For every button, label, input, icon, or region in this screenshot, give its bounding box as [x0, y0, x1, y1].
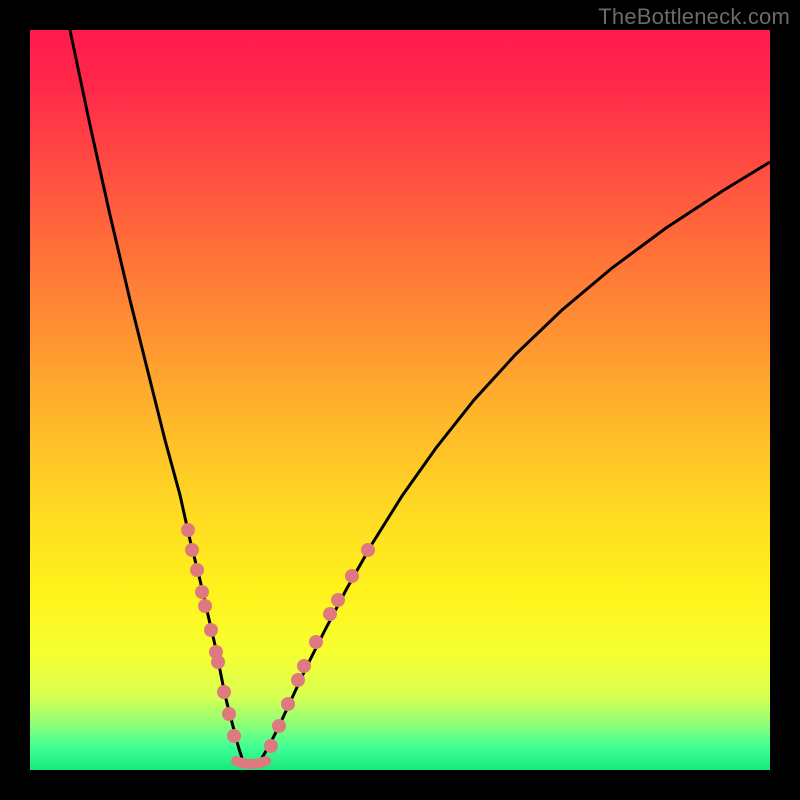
data-marker [361, 543, 375, 557]
data-marker [331, 593, 345, 607]
data-marker [227, 729, 241, 743]
data-marker [309, 635, 323, 649]
data-marker [195, 585, 209, 599]
bottom-bridge [236, 761, 266, 764]
data-marker [281, 697, 295, 711]
plot-area [30, 30, 770, 770]
chart-frame: TheBottleneck.com [0, 0, 800, 800]
data-marker [297, 659, 311, 673]
data-marker [185, 543, 199, 557]
data-marker [345, 569, 359, 583]
data-marker [204, 623, 218, 637]
data-marker [181, 523, 195, 537]
data-marker [272, 719, 286, 733]
watermark-text: TheBottleneck.com [598, 4, 790, 30]
right-curve [262, 162, 770, 758]
data-marker [198, 599, 212, 613]
data-marker [222, 707, 236, 721]
curves-svg [30, 30, 770, 770]
data-marker [323, 607, 337, 621]
data-marker [217, 685, 231, 699]
data-marker [291, 673, 305, 687]
data-marker [211, 655, 225, 669]
data-marker [190, 563, 204, 577]
data-marker [264, 739, 278, 753]
